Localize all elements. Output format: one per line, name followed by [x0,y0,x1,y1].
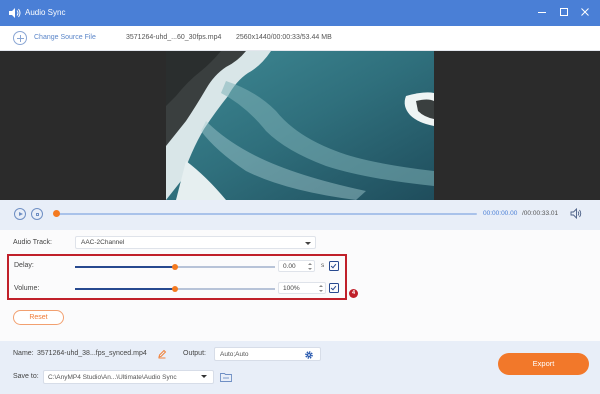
volume-label: Volume: [14,285,40,292]
save-path-dropdown[interactable] [194,370,214,384]
save-path-field[interactable]: C:\AnyMP4 Studio\An...\Ultimate\Audio Sy… [43,370,214,384]
audio-sync-icon [9,8,21,18]
gear-icon[interactable] [304,350,314,360]
delay-slider-fill [75,266,175,268]
audio-track-select[interactable]: AAC-2Channel [75,236,316,249]
chevron-down-icon [305,241,311,245]
folder-icon[interactable] [220,372,232,382]
audio-track-label: Audio Track: [13,239,52,246]
video-preview-area [0,51,600,200]
delay-label: Delay: [14,262,34,269]
increment-arrow-icon[interactable] [319,284,323,287]
edit-pencil-icon[interactable] [157,349,167,359]
progress-track[interactable] [55,213,477,215]
output-file-name: 3571264-uhd_38...fps_synced.mp4 [37,350,147,357]
chevron-down-icon [201,375,207,378]
progress-handle[interactable] [53,210,60,217]
callout-badge: 4 [349,289,358,298]
delay-apply-icon[interactable] [329,261,339,271]
source-file-name: 3571264-uhd_...60_30fps.mp4 [126,34,222,41]
audio-settings-panel: Audio Track: AAC-2Channel 4 Delay: 0.00 … [0,230,600,341]
decrement-arrow-icon[interactable] [308,267,312,270]
delay-value: 0.00 [283,263,296,270]
name-label: Name: [13,350,34,357]
check-icon [330,262,337,269]
export-button[interactable]: Export [498,353,589,375]
volume-input[interactable]: 100% [278,282,326,294]
save-path-value: C:\AnyMP4 Studio\An...\Ultimate\Audio Sy… [48,374,177,381]
close-icon[interactable] [578,5,592,19]
play-icon [19,211,23,216]
volume-icon[interactable] [570,208,582,219]
current-time: 00:00:00.00 [483,210,518,217]
delay-slider-handle[interactable] [172,264,178,270]
output-footer: Name: 3571264-uhd_38...fps_synced.mp4 Ou… [0,341,600,394]
stop-icon [35,212,39,216]
source-file-info: 2560x1440/00:00:33/53.44 MB [236,34,332,41]
title-bar: Audio Sync [0,0,600,26]
video-frame [166,51,434,200]
volume-slider-handle[interactable] [172,286,178,292]
decrement-arrow-icon[interactable] [319,289,323,292]
playback-bar: 00:00:00.00 /00:00:33.01 [0,200,600,230]
output-label: Output: [183,350,206,357]
minimize-icon[interactable] [535,5,549,19]
delay-unit: s [321,262,325,269]
volume-value: 100% [283,285,300,292]
maximize-icon[interactable] [557,5,571,19]
add-circle-icon[interactable] [13,31,27,45]
save-to-label: Save to: [13,373,39,380]
volume-slider-fill [75,288,175,290]
window-title: Audio Sync [25,8,66,17]
increment-arrow-icon[interactable] [308,262,312,265]
stop-button[interactable] [31,208,43,220]
play-button[interactable] [14,208,26,220]
check-icon [330,284,337,291]
output-format-value: Auto;Auto [220,351,249,358]
volume-apply-icon[interactable] [329,283,339,293]
change-source-file-button[interactable]: Change Source File [34,34,96,41]
delay-input[interactable]: 0.00 [278,260,315,272]
audio-track-value: AAC-2Channel [81,239,125,246]
output-format-field[interactable]: Auto;Auto [214,347,321,361]
reset-button[interactable]: Reset [13,310,64,325]
source-toolbar: Change Source File 3571264-uhd_...60_30f… [0,26,600,51]
total-time: /00:00:33.01 [522,210,559,217]
